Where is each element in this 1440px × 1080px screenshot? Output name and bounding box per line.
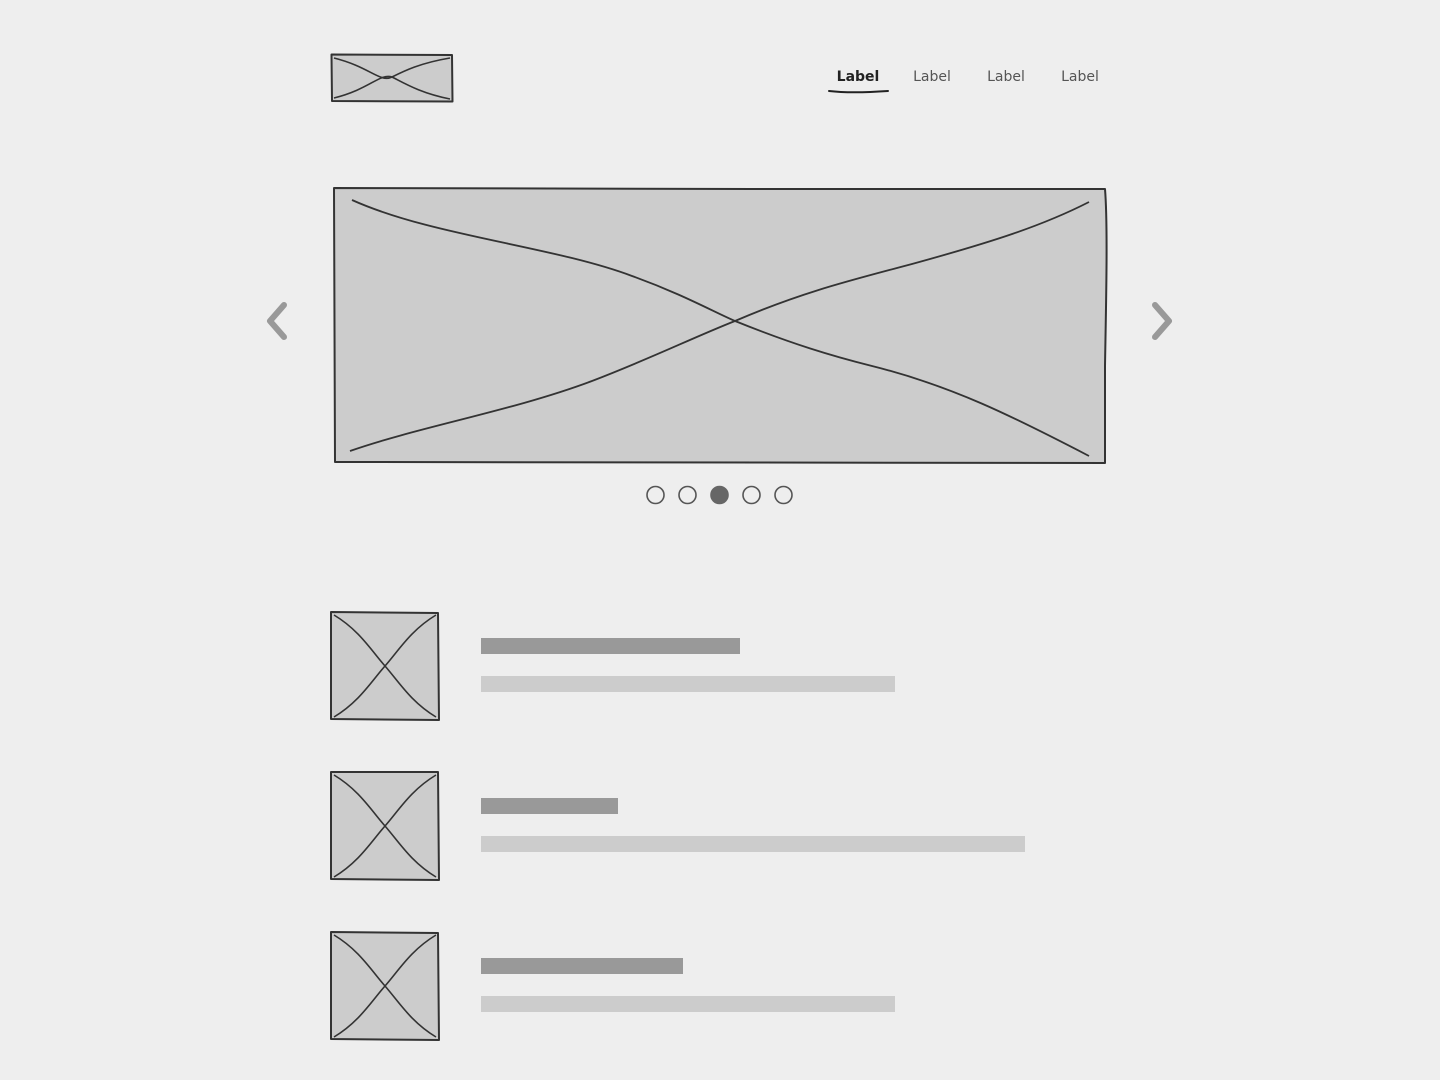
- nav-item-1[interactable]: Label: [826, 66, 890, 94]
- list-item-description-placeholder: [481, 836, 1025, 852]
- circle-outline-icon: [774, 485, 793, 505]
- list-item[interactable]: [329, 610, 1049, 722]
- carousel-dot-4[interactable]: [740, 484, 762, 506]
- carousel-pagination: [644, 484, 798, 506]
- nav-item-label: Label: [987, 69, 1025, 85]
- image-placeholder-icon: [330, 931, 440, 1041]
- list-item[interactable]: [329, 770, 1049, 882]
- image-placeholder-icon: [333, 187, 1108, 464]
- carousel-dot-1[interactable]: [644, 484, 666, 506]
- list-item-thumbnail: [329, 610, 441, 722]
- main-nav: Label Label Label Label: [826, 66, 1116, 98]
- carousel-dot-3-active[interactable]: [708, 484, 730, 506]
- page: Label Label Label Label: [0, 0, 1440, 1080]
- nav-item-2[interactable]: Label: [900, 66, 964, 94]
- image-placeholder-icon: [330, 611, 440, 721]
- circle-outline-icon: [646, 485, 665, 505]
- carousel-next-button[interactable]: [1147, 300, 1177, 342]
- nav-item-label: Label: [836, 69, 880, 85]
- list-item-title-placeholder: [481, 638, 741, 654]
- list-item-thumbnail: [329, 770, 441, 882]
- nav-item-3[interactable]: Label: [974, 66, 1038, 94]
- circle-outline-icon: [678, 485, 697, 505]
- nav-item-4[interactable]: Label: [1048, 66, 1112, 94]
- list-item-thumbnail: [329, 930, 441, 1042]
- list-item[interactable]: [329, 930, 1049, 1042]
- chevron-left-icon: [267, 302, 287, 340]
- carousel-dot-2[interactable]: [676, 484, 698, 506]
- list-item-description-placeholder: [481, 676, 895, 692]
- active-underline: [828, 90, 889, 94]
- circle-filled-icon: [710, 485, 729, 505]
- list-item-description-placeholder: [481, 996, 895, 1012]
- logo-placeholder[interactable]: [330, 53, 454, 103]
- list-item-title-placeholder: [481, 798, 618, 814]
- nav-item-label: Label: [1061, 69, 1099, 85]
- carousel-dot-5[interactable]: [772, 484, 794, 506]
- image-placeholder-icon: [330, 771, 440, 881]
- chevron-right-icon: [1152, 302, 1172, 340]
- carousel-prev-button[interactable]: [262, 300, 292, 342]
- carousel-slide-image[interactable]: [332, 186, 1110, 466]
- image-placeholder-icon: [330, 53, 454, 103]
- list-item-title-placeholder: [481, 958, 683, 974]
- circle-outline-icon: [742, 485, 761, 505]
- nav-item-label: Label: [913, 69, 951, 85]
